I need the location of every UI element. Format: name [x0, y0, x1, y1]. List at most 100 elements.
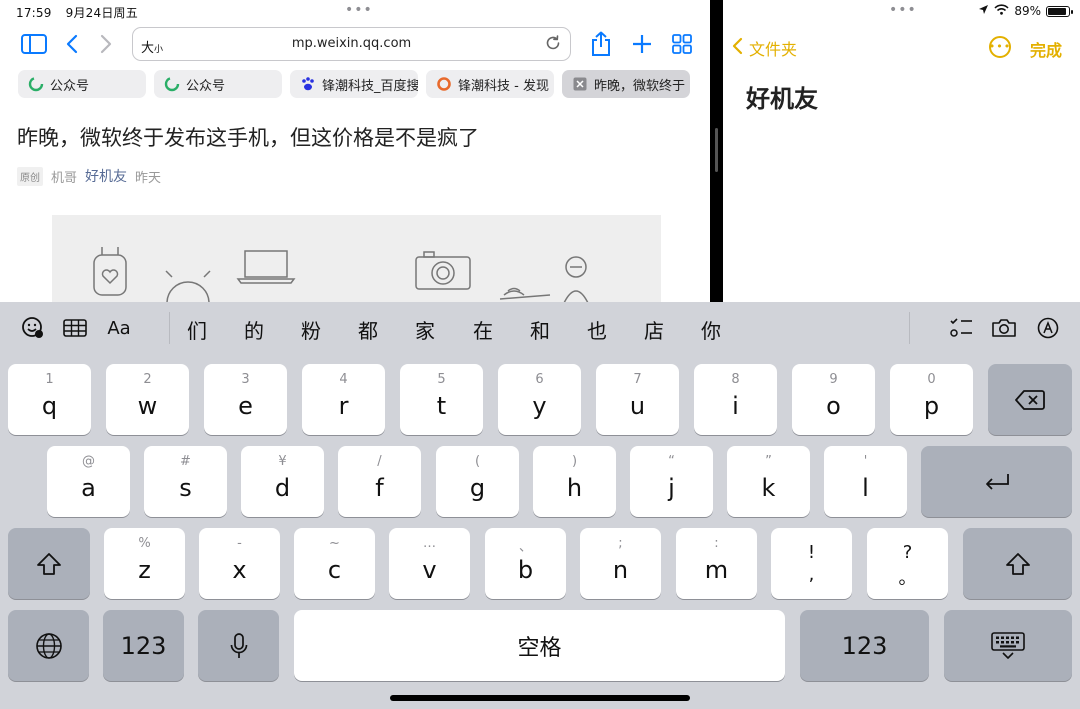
key-d[interactable]: ¥ d — [241, 446, 324, 517]
key-j[interactable]: “j — [630, 446, 713, 517]
candidate-word[interactable]: 们 — [182, 315, 212, 344]
key-v[interactable]: … v — [389, 528, 470, 599]
shift-key-right[interactable] — [963, 528, 1072, 599]
key-k[interactable]: ” k — [727, 446, 810, 517]
separator — [909, 312, 910, 344]
tab-item[interactable]: 锋潮科技_百度搜 — [290, 70, 418, 98]
key-c[interactable]: ~ c — [294, 528, 375, 599]
multitasking-dots-icon[interactable]: ••• — [889, 3, 917, 17]
location-icon — [978, 4, 989, 18]
tab-item[interactable]: 锋潮科技 - 发现 — [426, 70, 554, 98]
tab-item-active[interactable]: 昨晚，微软终于 — [562, 70, 690, 98]
reload-icon[interactable] — [544, 34, 562, 56]
tab-item[interactable]: 公众号 — [154, 70, 282, 98]
key-label: q — [41, 392, 58, 420]
candidate-word[interactable]: 家 — [410, 315, 440, 344]
key-g[interactable]: (g — [436, 446, 519, 517]
numbers-key-right[interactable]: 123 — [800, 610, 929, 681]
home-indicator[interactable] — [390, 695, 690, 701]
key-label: l — [862, 474, 869, 502]
key-question-period[interactable]: ? 。 — [867, 528, 948, 599]
candidate-word[interactable]: 在 — [468, 315, 498, 344]
key-f[interactable]: / f — [338, 446, 421, 517]
key-b[interactable]: 、 b — [485, 528, 566, 599]
key-e[interactable]: 3e — [204, 364, 287, 435]
key-sub: 7 — [633, 372, 642, 387]
wifi-icon — [994, 4, 1009, 18]
key-sub: 0 — [927, 372, 936, 387]
key-a[interactable]: @ a — [47, 446, 130, 517]
delete-key[interactable] — [988, 364, 1072, 435]
sidebar-toggle-icon[interactable] — [20, 30, 48, 58]
candidate-word[interactable]: 也 — [582, 315, 612, 344]
split-view-divider[interactable] — [710, 0, 723, 302]
key-x[interactable]: -x — [199, 528, 280, 599]
key-h[interactable]: ) h — [533, 446, 616, 517]
candidate-word[interactable]: 你 — [696, 315, 726, 344]
tab-bar: 公众号 公众号 锋潮科技_百度搜 锋潮科技 - 发现 昨晚，微软终于 — [18, 70, 690, 98]
baidu-paw-icon — [300, 76, 316, 92]
candidate-word[interactable]: 和 — [525, 315, 555, 344]
forward-icon[interactable] — [96, 30, 116, 58]
article-time: 昨天 — [135, 170, 162, 186]
account-link[interactable]: 好机友 — [85, 166, 127, 186]
globe-key[interactable] — [8, 610, 89, 681]
key-z[interactable]: % z — [104, 528, 185, 599]
key-o[interactable]: 9o — [792, 364, 875, 435]
key-label: a — [81, 474, 96, 502]
shift-key-left[interactable] — [8, 528, 90, 599]
new-tab-icon[interactable] — [631, 30, 653, 58]
close-tab-icon[interactable] — [572, 76, 588, 92]
key-q[interactable]: 1q — [8, 364, 91, 435]
divider-handle[interactable] — [715, 128, 718, 172]
key-n[interactable]: ; n — [580, 528, 661, 599]
key-sub: 1 — [45, 372, 54, 387]
markup-pen-icon[interactable] — [1035, 316, 1061, 340]
key-t[interactable]: 5t — [400, 364, 483, 435]
share-icon[interactable] — [589, 30, 613, 58]
multitasking-dots-icon[interactable]: ••• — [345, 3, 373, 17]
key-label: o — [826, 392, 841, 420]
back-icon[interactable] — [62, 30, 82, 58]
note-title[interactable]: 好机友 — [746, 79, 818, 114]
dictation-key[interactable] — [198, 610, 279, 681]
tab-overview-icon[interactable] — [671, 30, 693, 58]
space-key[interactable]: 空格 — [294, 610, 785, 681]
key-sub: - — [237, 536, 242, 551]
key-u[interactable]: 7u — [596, 364, 679, 435]
address-bar[interactable]: 大小 mp.weixin.qq.com — [132, 27, 571, 61]
key-exclaim-comma[interactable]: ! , — [771, 528, 852, 599]
key-y[interactable]: 6y — [498, 364, 581, 435]
key-sub: : — [714, 536, 719, 551]
candidate-word[interactable]: 粉 — [296, 315, 326, 344]
emoji-search-icon[interactable] — [20, 316, 46, 340]
candidate-word[interactable]: 的 — [239, 315, 269, 344]
tab-item[interactable]: 公众号 — [18, 70, 146, 98]
tab-label: 公众号 — [50, 78, 90, 94]
key-m[interactable]: :m — [676, 528, 757, 599]
done-button[interactable]: 完成 — [1030, 37, 1062, 61]
key-p[interactable]: 0p — [890, 364, 973, 435]
key-s[interactable]: # s — [144, 446, 227, 517]
candidate-bar: Aa 们 的 粉 都 家 在 和 也 店 你 — [0, 302, 1080, 354]
article-title: 昨晚，微软终于发布这手机，但这价格是不是疯了 — [17, 126, 479, 150]
table-icon[interactable] — [62, 316, 88, 340]
key-sub: 9 — [829, 372, 838, 387]
key-l[interactable]: ' l — [824, 446, 907, 517]
chevron-left-icon — [731, 37, 749, 59]
key-r[interactable]: 4r — [302, 364, 385, 435]
camera-icon[interactable] — [990, 316, 1018, 340]
key-sub: 8 — [731, 372, 740, 387]
numbers-key-left[interactable]: 123 — [103, 610, 184, 681]
text-format-icon[interactable]: Aa — [105, 316, 133, 340]
more-options-icon[interactable]: ••• — [989, 36, 1011, 58]
key-i[interactable]: 8i — [694, 364, 777, 435]
battery-percent: 89% — [1014, 4, 1041, 18]
candidate-word[interactable]: 都 — [353, 315, 383, 344]
return-key[interactable] — [921, 446, 1072, 517]
key-w[interactable]: 2w — [106, 364, 189, 435]
checklist-icon[interactable] — [948, 316, 974, 340]
candidate-word[interactable]: 店 — [639, 315, 669, 344]
dismiss-keyboard-key[interactable] — [944, 610, 1072, 681]
folders-back-button[interactable]: 文件夹 — [731, 36, 797, 60]
